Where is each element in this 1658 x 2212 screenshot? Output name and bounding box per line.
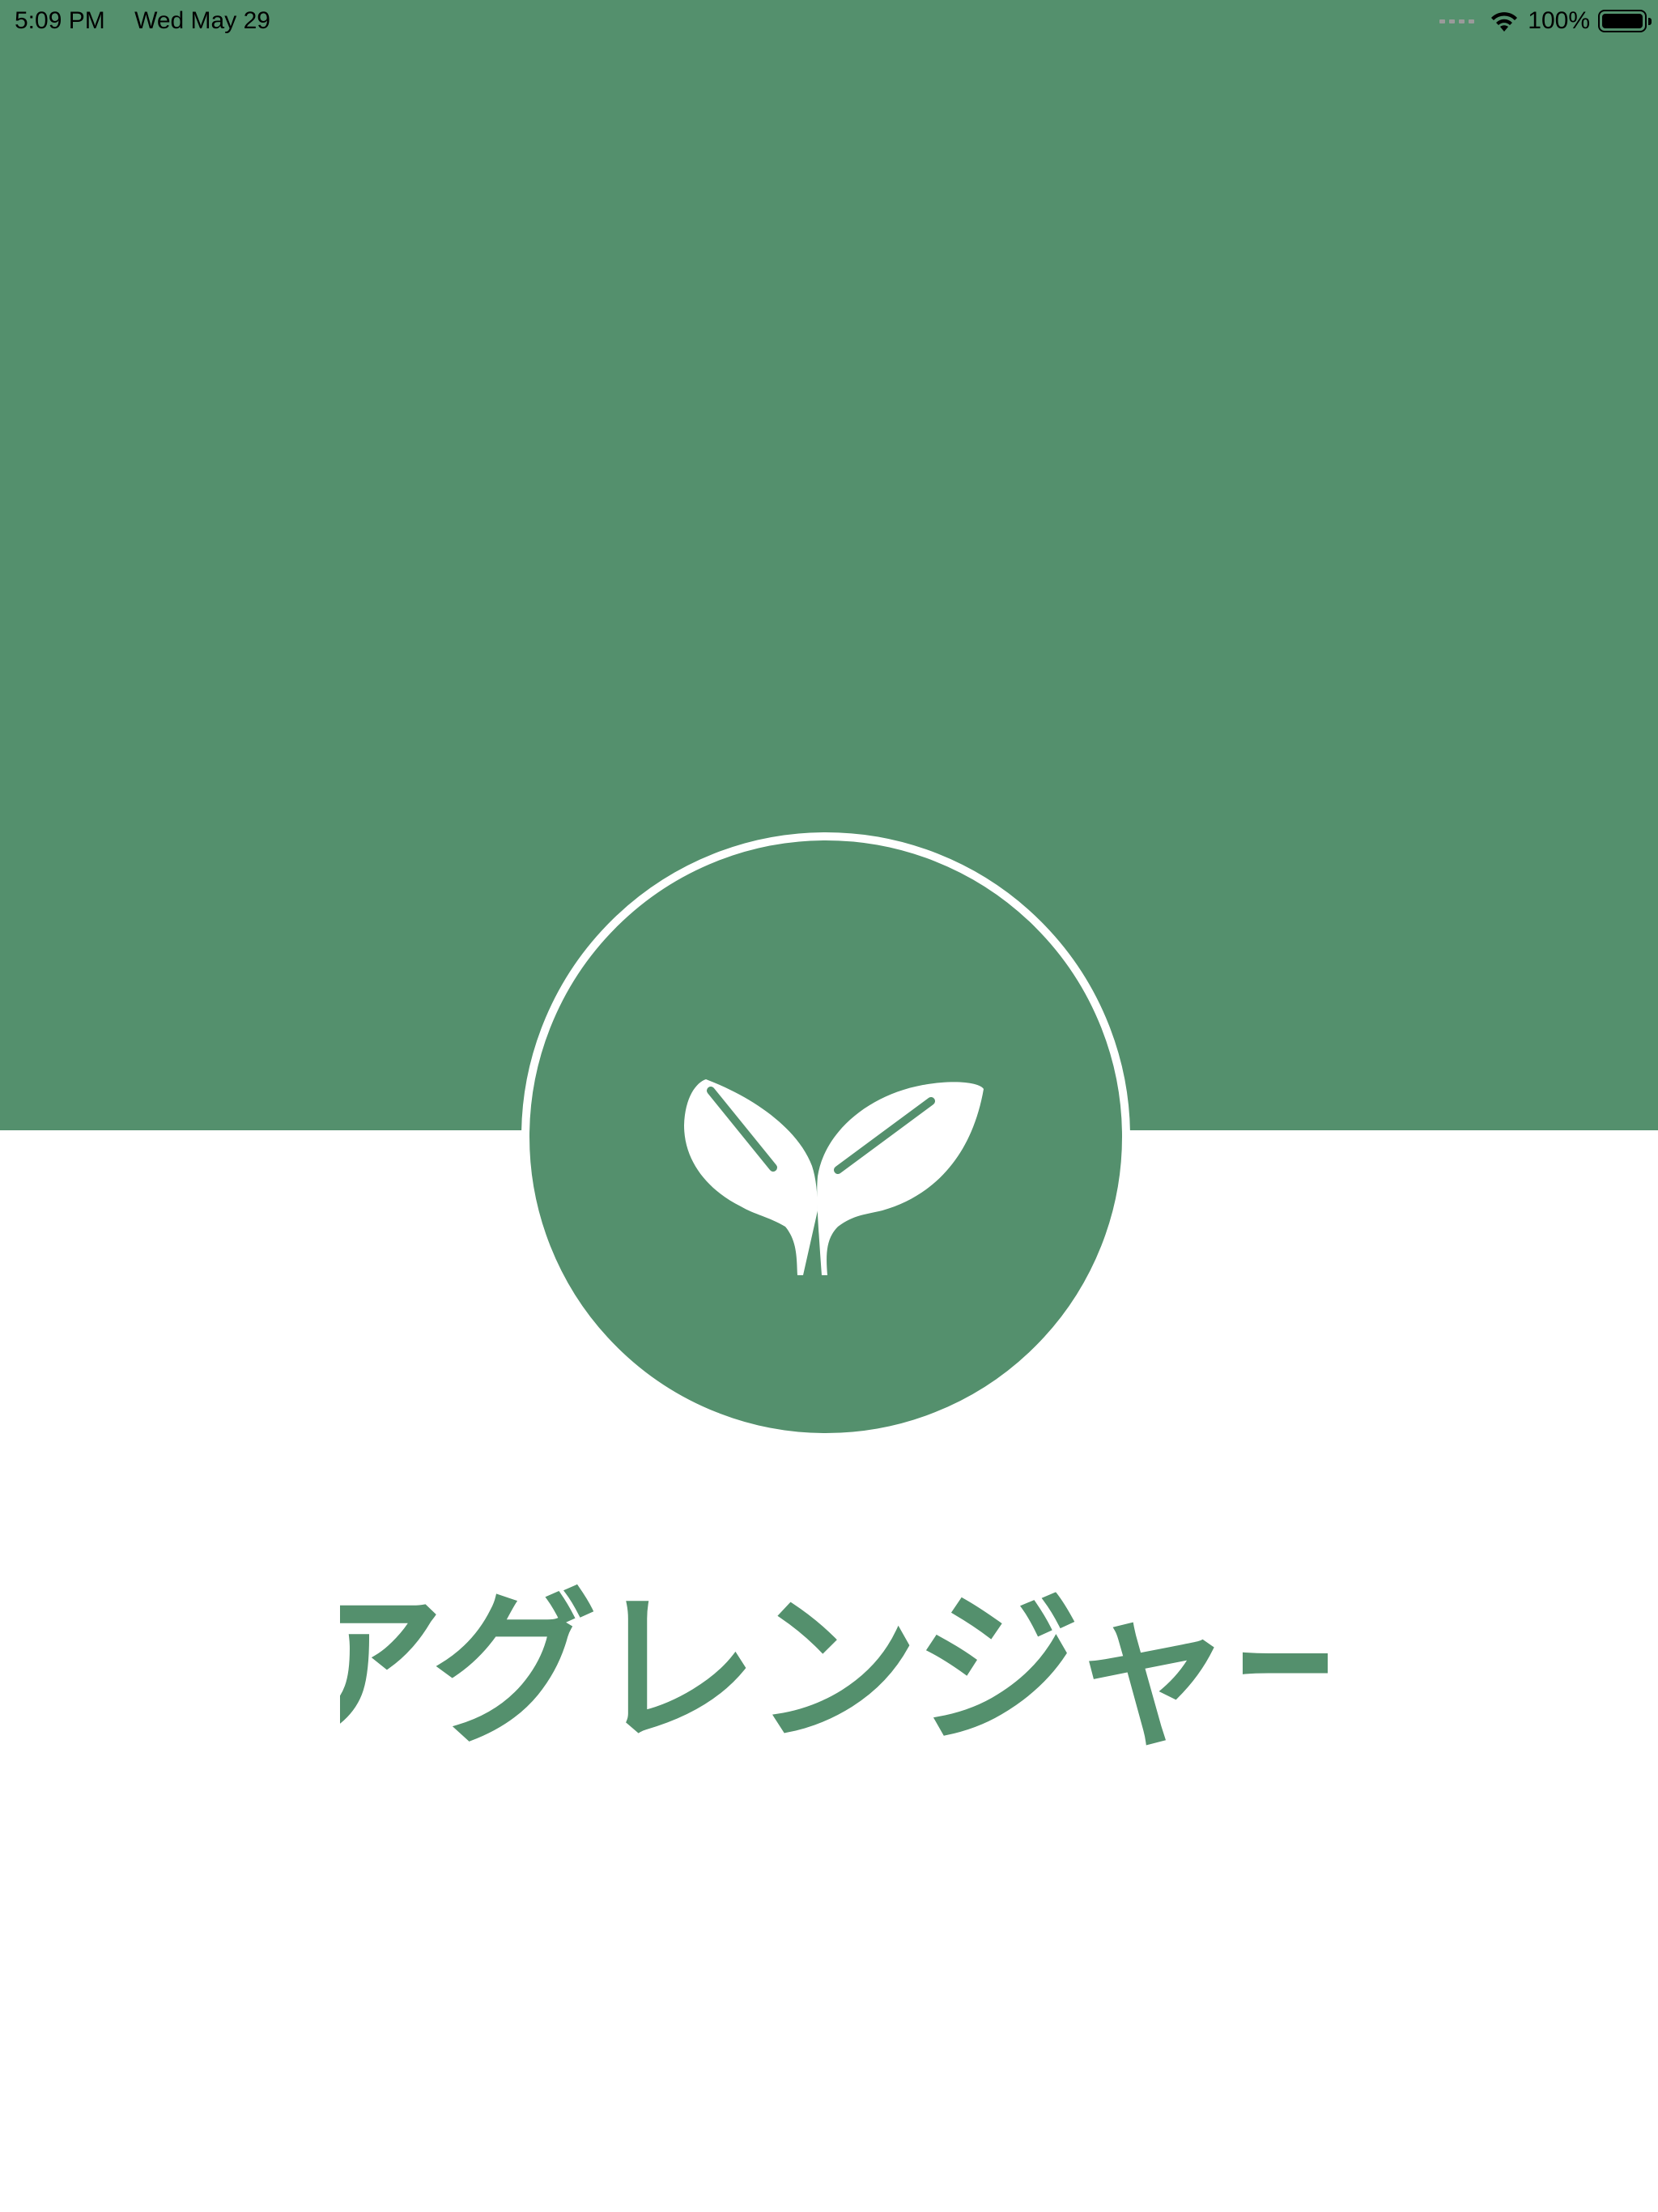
battery-percentage: 100% — [1528, 7, 1590, 34]
battery-nub — [1648, 18, 1652, 25]
cellular-signal-icon — [1439, 19, 1475, 23]
splash-screen: 5:09 PM Wed May 29 100% アグレンジャー — [0, 0, 1658, 2212]
status-time: 5:09 PM — [15, 7, 105, 34]
status-right: 100% — [1439, 0, 1652, 42]
wifi-icon — [1491, 12, 1518, 32]
battery-icon — [1598, 10, 1652, 32]
status-date: Wed May 29 — [134, 7, 270, 34]
status-left: 5:09 PM Wed May 29 — [15, 0, 270, 42]
battery-level-fill — [1602, 14, 1643, 28]
app-wordmark: アグレンジャー — [340, 1573, 1328, 1756]
sprout-icon — [684, 1079, 984, 1275]
app-name: アグレンジャー — [340, 1574, 1328, 1755]
status-bar: 5:09 PM Wed May 29 100% — [0, 0, 1658, 42]
